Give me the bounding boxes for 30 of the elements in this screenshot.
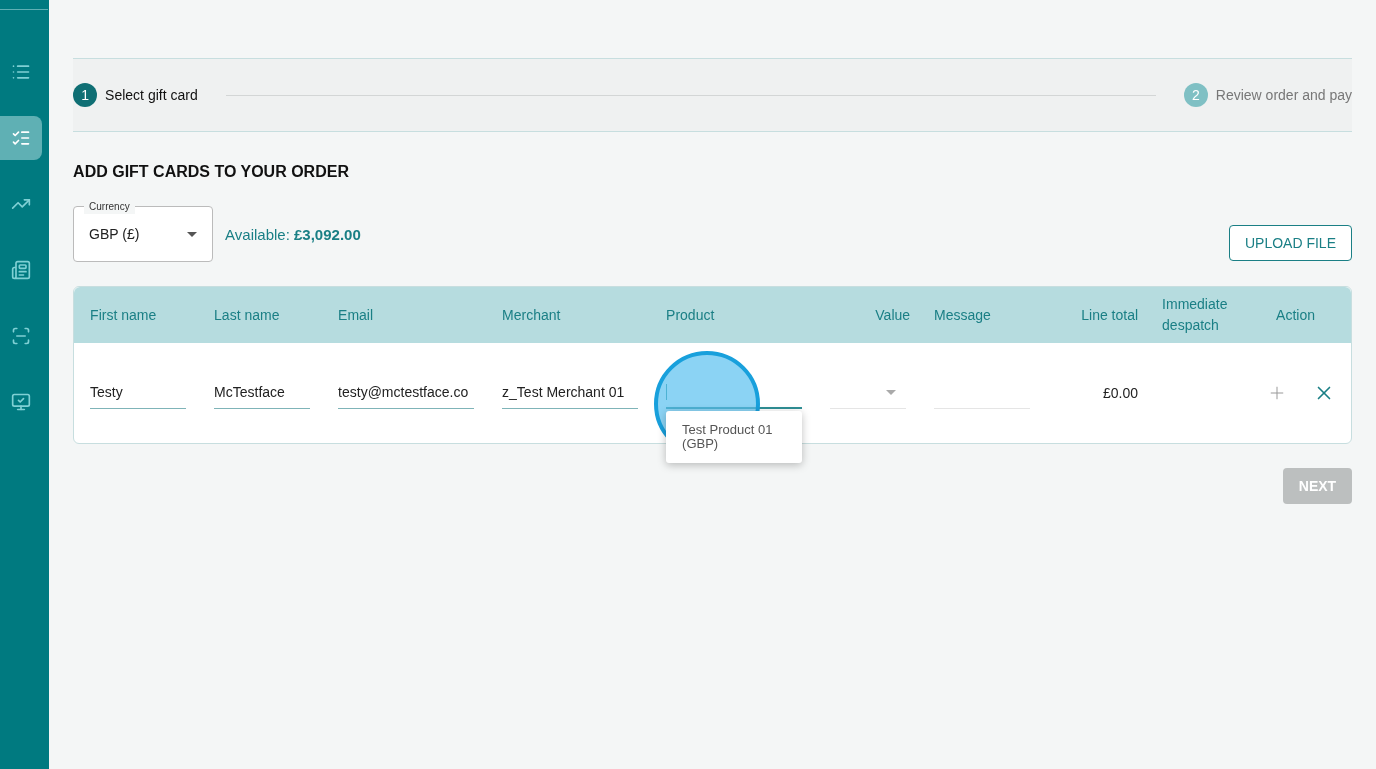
document-icon [11,260,31,280]
caret-icon [886,390,897,395]
upload-file-button[interactable]: UPLOAD FILE [1228,225,1352,261]
first-name-field[interactable]: Testy [90,377,187,409]
step-label: Select gift card [105,85,198,105]
column-header: Merchant [502,305,562,325]
list-icon [11,62,31,82]
step-number: 2 [1183,83,1208,107]
checklist-icon [11,128,31,148]
caret-icon [187,231,198,237]
merchant-field[interactable]: z_Test Merchant 01 [502,377,639,409]
column-header: Email [338,305,375,325]
step-label: Review order and pay [1215,85,1352,105]
product-option[interactable]: Test Product 01 (GBP) [682,423,787,451]
email-field[interactable]: testy@mctestface.co [338,377,475,409]
column-header: Last name [214,305,281,325]
column-header: Product [666,305,716,325]
column-header: Action [1276,305,1316,325]
step-number: 1 [73,83,98,107]
last-name-field[interactable]: McTestface [214,377,311,409]
sidebar-item[interactable] [0,116,42,160]
column-header: Message [934,305,992,325]
column-header: Line total [1080,305,1140,325]
column-header: Immediate despatch [1162,295,1229,335]
column-header: First name [90,305,158,325]
section-heading: ADD GIFT CARDS TO YOUR ORDER [73,162,350,182]
available-balance: Available: £3,092.00 [225,225,361,245]
column-header: Value [874,305,912,325]
currency-label: Currency [84,199,135,214]
line-total: £0.00 [1103,385,1139,401]
